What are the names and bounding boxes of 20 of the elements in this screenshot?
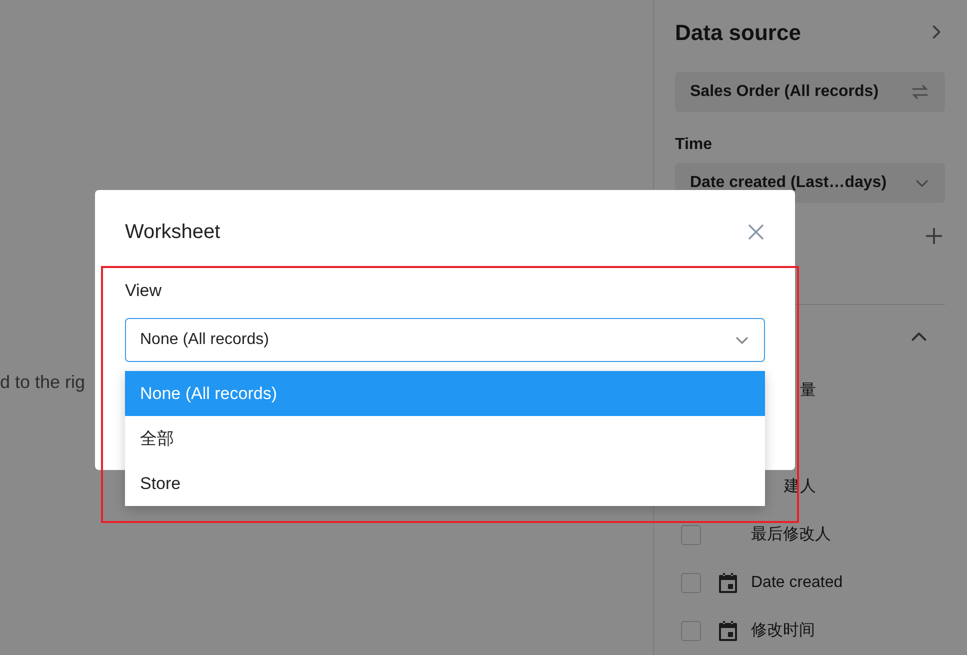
field-label: Date created — [751, 573, 843, 593]
dropdown-option[interactable]: 全部 — [125, 416, 765, 461]
close-icon[interactable] — [747, 223, 765, 241]
calendar-icon — [717, 620, 739, 642]
view-label: View — [125, 280, 163, 302]
data-source-field[interactable]: Sales Order (All records) — [675, 72, 945, 112]
field-label: 量 — [800, 381, 816, 401]
panel-title: Data source — [675, 18, 801, 47]
calendar-icon — [717, 572, 739, 594]
plus-icon[interactable] — [925, 226, 943, 245]
checkbox[interactable] — [681, 573, 701, 593]
dialog-title: Worksheet — [125, 220, 220, 245]
checkbox[interactable] — [681, 621, 701, 641]
checkbox[interactable] — [681, 525, 701, 545]
field-label: 最后修改人 — [751, 524, 831, 545]
view-select[interactable]: None (All records) — [125, 318, 765, 362]
dropdown-option[interactable]: Store — [125, 461, 765, 506]
canvas-hint: d to the rig — [0, 371, 86, 394]
field-label: 修改时间 — [751, 620, 815, 641]
time-label: Time — [675, 134, 714, 155]
